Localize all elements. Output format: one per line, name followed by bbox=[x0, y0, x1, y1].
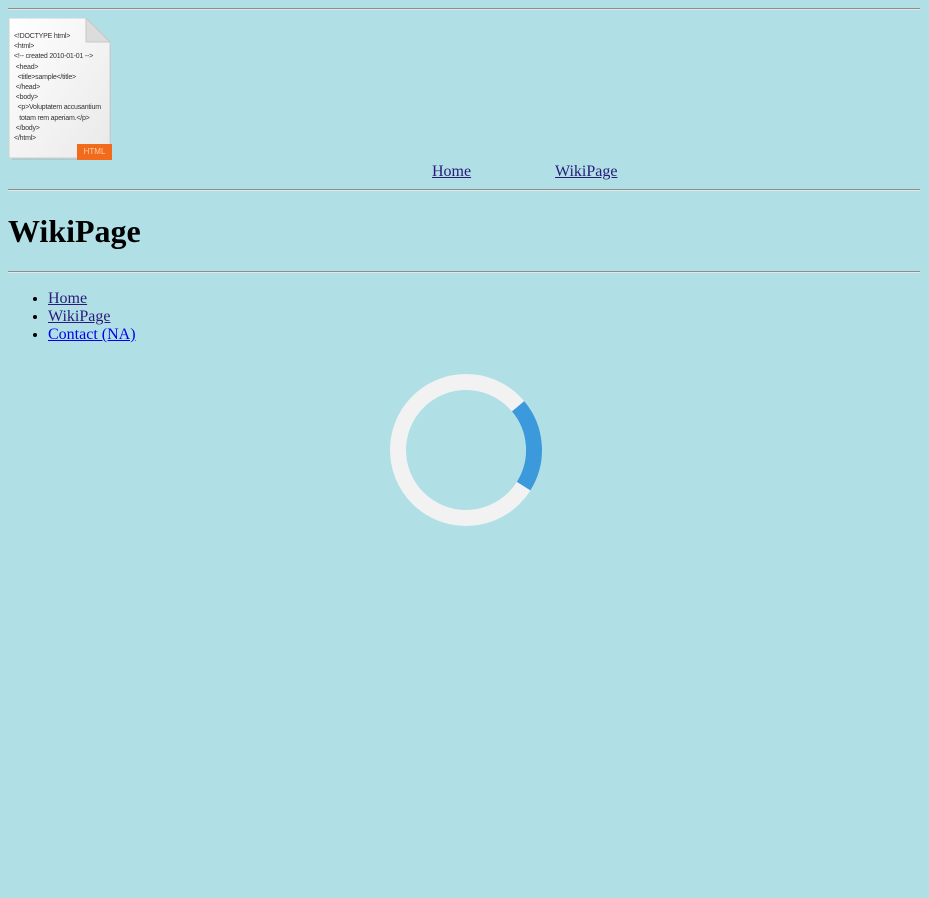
page: <!DOCTYPE html> <html> <!-- created 2010-0… bbox=[0, 0, 929, 898]
logo-code-line: <p>Voluptatem accusantium bbox=[14, 104, 101, 112]
home-link[interactable]: Home bbox=[48, 290, 87, 307]
header-divider bbox=[8, 189, 920, 191]
logo-code-line: </body> bbox=[14, 124, 40, 132]
loading-spinner bbox=[389, 373, 543, 527]
list-item: Home bbox=[48, 290, 136, 308]
list-item: Contact (NA) bbox=[48, 326, 136, 344]
top-divider bbox=[8, 8, 920, 10]
list-item: WikiPage bbox=[48, 308, 136, 326]
page-title: WikiPage bbox=[8, 213, 141, 249]
logo-code-line: <html> bbox=[14, 43, 35, 51]
title-divider bbox=[8, 271, 920, 273]
logo-code-text: <!DOCTYPE html> <html> <!-- created 2010-0… bbox=[14, 32, 101, 144]
nav-wikipage-link[interactable]: WikiPage bbox=[555, 163, 617, 181]
spinner-arc bbox=[390, 373, 542, 526]
logo-code-line: <body> bbox=[14, 94, 38, 102]
wikipage-link[interactable]: WikiPage bbox=[48, 308, 110, 325]
link-list: Home WikiPage Contact (NA) bbox=[8, 290, 136, 344]
html-file-logo: <!DOCTYPE html> <html> <!-- created 2010-0… bbox=[8, 18, 112, 160]
logo-code-line: <!DOCTYPE html> bbox=[14, 33, 71, 40]
logo-code-line: totam rem aperiam.</p> bbox=[14, 114, 90, 122]
logo-code-line: <title>sample</title> bbox=[14, 73, 76, 81]
html-badge: HTML bbox=[77, 144, 112, 160]
logo-code-line: </head> bbox=[14, 84, 41, 92]
logo-code-line: <!-- created 2010-01-01 --> bbox=[14, 53, 94, 61]
nav-home-link[interactable]: Home bbox=[432, 163, 471, 181]
spinner-track bbox=[390, 374, 542, 526]
logo-code-line: </html> bbox=[14, 135, 36, 143]
contact-link[interactable]: Contact (NA) bbox=[48, 326, 136, 343]
logo-code-line: <head> bbox=[14, 63, 39, 71]
